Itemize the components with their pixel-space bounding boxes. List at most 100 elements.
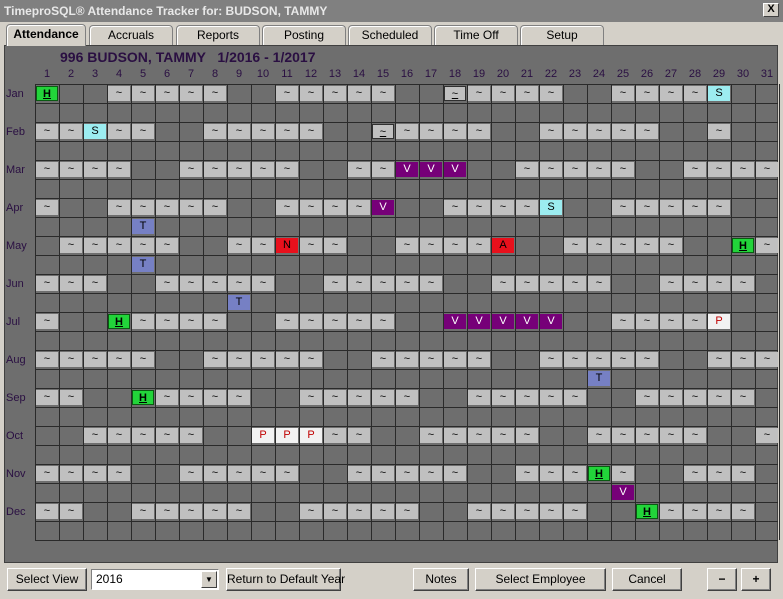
scheduled-day[interactable]: ~: [108, 466, 130, 481]
scheduled-day[interactable]: ~: [300, 86, 322, 101]
scheduled-day[interactable]: ~: [588, 276, 610, 291]
scheduled-day[interactable]: ~: [732, 390, 754, 405]
scheduled-day[interactable]: ~: [420, 238, 442, 253]
scheduled-day[interactable]: ~: [708, 200, 730, 215]
scheduled-day[interactable]: ~: [492, 428, 514, 443]
scheduled-day[interactable]: ~: [108, 124, 130, 139]
scheduled-day[interactable]: ~: [180, 314, 202, 329]
scheduled-day[interactable]: ~: [396, 466, 418, 481]
scheduled-day[interactable]: ~: [588, 162, 610, 177]
scheduled-day[interactable]: ~: [612, 238, 634, 253]
scheduled-day[interactable]: ~: [180, 276, 202, 291]
cancel-button[interactable]: Cancel: [612, 568, 682, 591]
scheduled-day[interactable]: ~: [276, 162, 298, 177]
scheduled-day[interactable]: ~: [420, 428, 442, 443]
scheduled-day[interactable]: ~: [228, 466, 250, 481]
scheduled-day[interactable]: ~: [324, 200, 346, 215]
scheduled-day[interactable]: ~: [324, 276, 346, 291]
scheduled-day[interactable]: ~: [636, 238, 658, 253]
scheduled-day[interactable]: ~: [36, 390, 58, 405]
scheduled-day[interactable]: ~: [660, 276, 682, 291]
year-select[interactable]: 2016 ▼: [91, 569, 219, 590]
scheduled-day[interactable]: ~: [636, 124, 658, 139]
zoom-out-button[interactable]: −: [707, 568, 737, 591]
scheduled-day[interactable]: ~: [660, 86, 682, 101]
return-default-year-button[interactable]: Return to Default Year: [226, 568, 345, 591]
scheduled-day[interactable]: ~: [180, 390, 202, 405]
scheduled-day[interactable]: ~: [132, 504, 154, 519]
scheduled-day[interactable]: ~: [612, 352, 634, 367]
scheduled-day[interactable]: ~: [468, 200, 490, 215]
holiday-day[interactable]: H: [588, 466, 610, 481]
current-day[interactable]: ~: [372, 124, 394, 139]
tab-accruals[interactable]: Accruals: [89, 25, 173, 45]
scheduled-day[interactable]: ~: [588, 352, 610, 367]
scheduled-day[interactable]: ~: [180, 504, 202, 519]
scheduled-day[interactable]: ~: [204, 390, 226, 405]
scheduled-day[interactable]: ~: [60, 390, 82, 405]
scheduled-day[interactable]: ~: [84, 162, 106, 177]
personal-day[interactable]: P: [252, 428, 274, 443]
tab-reports[interactable]: Reports: [176, 25, 260, 45]
scheduled-day[interactable]: ~: [396, 504, 418, 519]
scheduled-day[interactable]: ~: [324, 504, 346, 519]
scheduled-day[interactable]: ~: [468, 428, 490, 443]
training-day[interactable]: T: [132, 257, 154, 272]
scheduled-day[interactable]: ~: [60, 124, 82, 139]
scheduled-day[interactable]: ~: [708, 466, 730, 481]
personal-day[interactable]: P: [276, 428, 298, 443]
scheduled-day[interactable]: ~: [36, 124, 58, 139]
scheduled-day[interactable]: ~: [348, 162, 370, 177]
scheduled-day[interactable]: ~: [372, 504, 394, 519]
scheduled-day[interactable]: ~: [228, 390, 250, 405]
scheduled-day[interactable]: ~: [132, 352, 154, 367]
scheduled-day[interactable]: ~: [756, 162, 778, 177]
scheduled-day[interactable]: ~: [612, 86, 634, 101]
scheduled-day[interactable]: ~: [492, 200, 514, 215]
scheduled-day[interactable]: ~: [708, 162, 730, 177]
scheduled-day[interactable]: ~: [516, 466, 538, 481]
scheduled-day[interactable]: ~: [252, 352, 274, 367]
training-day[interactable]: T: [132, 219, 154, 234]
scheduled-day[interactable]: ~: [60, 504, 82, 519]
scheduled-day[interactable]: ~: [540, 86, 562, 101]
scheduled-day[interactable]: ~: [276, 86, 298, 101]
scheduled-day[interactable]: ~: [444, 124, 466, 139]
vacation-day[interactable]: V: [372, 200, 394, 215]
scheduled-day[interactable]: ~: [180, 86, 202, 101]
scheduled-day[interactable]: ~: [300, 504, 322, 519]
scheduled-day[interactable]: ~: [252, 238, 274, 253]
scheduled-day[interactable]: ~: [108, 352, 130, 367]
scheduled-day[interactable]: ~: [660, 200, 682, 215]
scheduled-day[interactable]: ~: [60, 238, 82, 253]
scheduled-day[interactable]: ~: [348, 466, 370, 481]
scheduled-day[interactable]: ~: [204, 314, 226, 329]
vacation-day[interactable]: V: [492, 314, 514, 329]
scheduled-day[interactable]: ~: [108, 86, 130, 101]
scheduled-day[interactable]: ~: [684, 162, 706, 177]
scheduled-day[interactable]: ~: [372, 466, 394, 481]
scheduled-day[interactable]: ~: [372, 390, 394, 405]
holiday-day[interactable]: H: [636, 504, 658, 519]
scheduled-day[interactable]: ~: [372, 276, 394, 291]
scheduled-day[interactable]: ~: [684, 466, 706, 481]
scheduled-day[interactable]: ~: [684, 314, 706, 329]
scheduled-day[interactable]: ~: [372, 314, 394, 329]
scheduled-day[interactable]: ~: [156, 276, 178, 291]
scheduled-day[interactable]: ~: [636, 314, 658, 329]
scheduled-day[interactable]: ~: [708, 504, 730, 519]
scheduled-day[interactable]: ~: [372, 162, 394, 177]
scheduled-day[interactable]: ~: [492, 504, 514, 519]
scheduled-day[interactable]: ~: [468, 352, 490, 367]
scheduled-day[interactable]: ~: [588, 238, 610, 253]
scheduled-day[interactable]: ~: [348, 390, 370, 405]
scheduled-day[interactable]: ~: [636, 86, 658, 101]
scheduled-day[interactable]: ~: [108, 238, 130, 253]
sick-day[interactable]: S: [540, 200, 562, 215]
scheduled-day[interactable]: ~: [564, 390, 586, 405]
scheduled-day[interactable]: ~: [108, 200, 130, 215]
scheduled-day[interactable]: ~: [516, 428, 538, 443]
scheduled-day[interactable]: ~: [732, 466, 754, 481]
scheduled-day[interactable]: ~: [444, 200, 466, 215]
scheduled-day[interactable]: ~: [420, 352, 442, 367]
